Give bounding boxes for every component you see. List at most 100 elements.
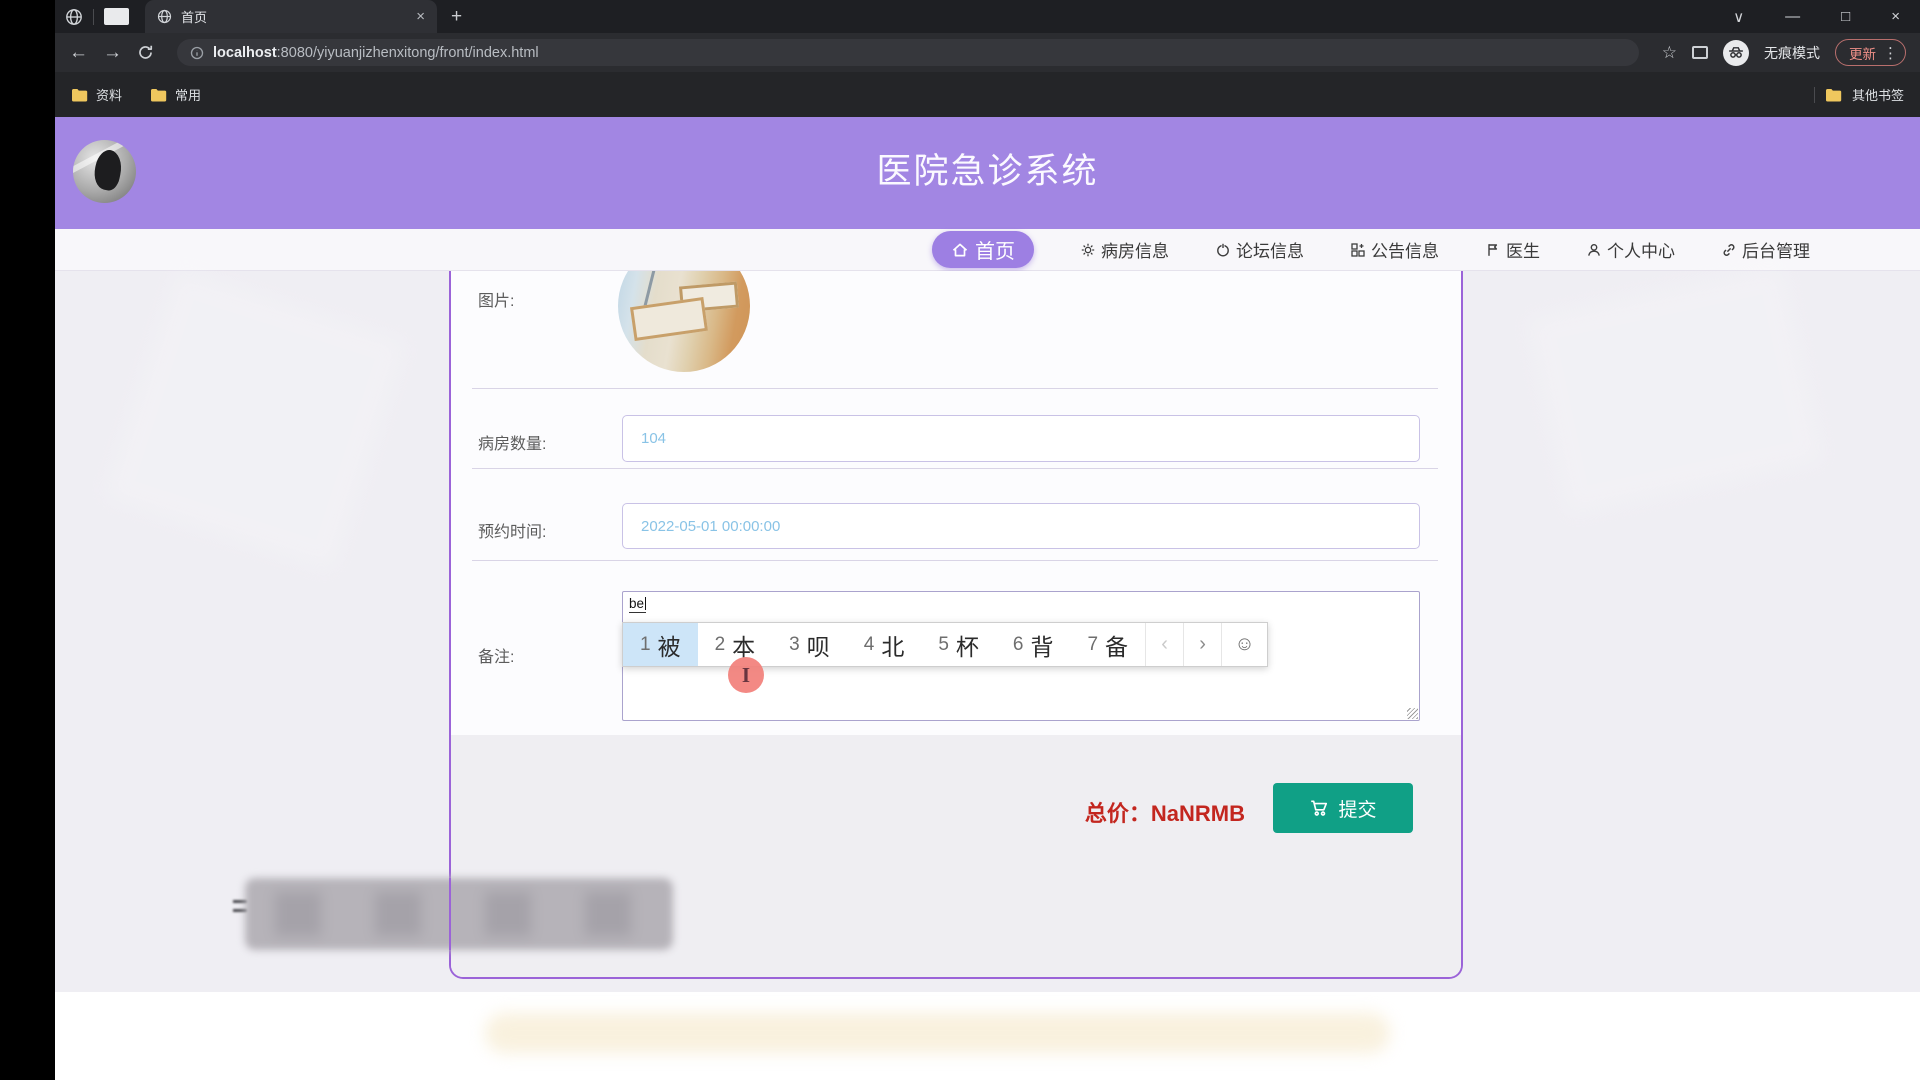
nav-item-label: 公告信息 [1371,237,1439,262]
site-info-icon[interactable] [190,46,204,60]
chrome-update-button[interactable]: 更新 ⋮ [1835,39,1906,66]
submit-label: 提交 [1338,795,1376,822]
candidate-number: 5 [938,634,949,656]
globe-icon [65,8,83,26]
total-price-label: 总价： [1085,801,1151,826]
folder-icon [1825,88,1842,102]
browser-tab[interactable]: 首页 × [145,0,437,33]
card-border-overlay [449,878,451,950]
back-button[interactable]: ← [69,42,88,64]
tab-favicon-globe-icon [157,9,172,24]
flag-icon [1485,242,1501,258]
other-bookmarks-label: 其他书签 [1852,85,1904,104]
folder-icon [71,88,88,102]
candidate-number: 4 [864,634,875,656]
bookmark-star-icon[interactable]: ☆ [1662,43,1677,63]
url-path: :8080/yiyuanjizhenxitong/front/index.htm… [277,45,539,61]
address-bar[interactable]: localhost:8080/yiyuanjizhenxitong/front/… [177,39,1639,66]
page-title: 医院急诊系统 [55,143,1920,194]
blurred-watermark [245,878,673,950]
tab-close-icon[interactable]: × [416,8,425,25]
candidate-number: 2 [715,634,726,656]
candidate-char: 呗 [807,628,830,662]
nav-item-personal-center[interactable]: 个人中心 [1586,237,1675,262]
quantity-field-label: 病房数量: [478,430,546,454]
update-label: 更新 [1849,43,1876,63]
window-controls: ∨ — □ × [1733,8,1920,26]
time-field-label: 预约时间: [478,518,546,542]
side-panel-icon[interactable] [1692,46,1708,59]
browser-menu-icon[interactable]: ⋮ [1883,44,1898,62]
site-nav: 首页 病房信息 论坛信息 公告信息 医生 [55,229,1920,271]
image-field-label: 图片: [478,287,514,311]
minimize-button[interactable]: — [1785,8,1800,25]
bookmark-folder-ziliao[interactable]: 资料 [71,85,122,104]
quantity-input[interactable] [622,415,1420,462]
browser-window: 首页 × + ∨ — □ × ← → localhost:8080/yiyuan… [55,0,1920,1080]
total-price: 总价：NaNRMB [1085,796,1245,828]
nav-item-announcements[interactable]: 公告信息 [1350,237,1439,262]
link-icon [1721,242,1737,258]
divider [472,560,1438,561]
nav-item-label: 医生 [1506,237,1540,262]
nav-item-label: 病房信息 [1101,237,1169,262]
bookmarks-bar: 资料 常用 其他书签 [55,72,1920,117]
tabstrip-divider [93,9,94,25]
incognito-avatar[interactable] [1723,40,1749,66]
maximize-button[interactable]: □ [1841,8,1850,25]
forward-button[interactable]: → [103,42,122,64]
tab-bar: 首页 × + ∨ — □ × [55,0,1920,33]
candidate-char: 背 [1030,628,1053,662]
nav-item-doctors[interactable]: 医生 [1485,237,1540,262]
nav-item-home[interactable]: 首页 [932,231,1034,268]
nav-item-ward-info[interactable]: 病房信息 [1080,237,1169,262]
home-icon [951,241,969,259]
ime-next-page-button[interactable]: › [1183,623,1221,666]
folder-icon [150,88,167,102]
bookmark-folder-changyong[interactable]: 常用 [150,85,201,104]
reload-button[interactable] [137,44,154,61]
bookmarks-divider [1814,87,1815,103]
ime-candidate[interactable]: 6 背 [996,623,1071,666]
ime-candidate[interactable]: 4 北 [847,623,922,666]
ime-candidate[interactable]: 1 被 [623,623,698,666]
grid-icon [1350,242,1366,258]
faint-watermark [485,1013,1390,1053]
nav-item-label: 个人中心 [1607,237,1675,262]
ime-candidate[interactable]: 5 杯 [921,623,996,666]
browser-toolbar: ← → localhost:8080/yiyuanjizhenxitong/fr… [55,33,1920,72]
window-thumbnail-icon[interactable] [104,8,129,25]
chevron-down-icon[interactable]: ∨ [1733,8,1744,26]
nav-item-admin[interactable]: 后台管理 [1721,237,1810,262]
candidate-number: 7 [1087,634,1098,656]
url-text[interactable]: localhost:8080/yiyuanjizhenxitong/front/… [213,45,539,61]
candidate-char: 杯 [956,628,979,662]
ime-prev-page-button[interactable]: ‹ [1145,623,1183,666]
bookmark-label: 资料 [96,85,122,104]
incognito-mode-label: 无痕模式 [1764,43,1820,63]
person-icon [1586,242,1602,258]
appointment-time-input[interactable] [622,503,1420,549]
submit-button[interactable]: 提交 [1273,783,1413,833]
ime-candidate-window: 1 被 2 本 3 呗 4 北 5 杯 6 背 [622,622,1268,667]
other-bookmarks[interactable]: 其他书签 [1814,85,1904,104]
photo-detail [630,297,708,341]
total-price-value: NaNRMB [1151,801,1245,826]
gear-icon [1080,242,1096,258]
candidate-number: 1 [640,634,651,656]
ime-candidate[interactable]: 3 呗 [772,623,847,666]
divider [472,388,1438,389]
new-tab-button[interactable]: + [451,6,462,28]
candidate-char: 备 [1105,628,1128,662]
booking-form-card: 图片: 病房数量: 预约时间: 备注: be 1 被 2 本 [449,271,1463,979]
nav-item-label: 后台管理 [1742,237,1810,262]
bookmark-label: 常用 [175,85,201,104]
candidate-char: 北 [881,628,904,662]
close-window-button[interactable]: × [1891,8,1900,25]
ime-candidate[interactable]: 7 备 [1070,623,1145,666]
nav-item-forum-info[interactable]: 论坛信息 [1215,237,1304,262]
ime-emoji-button[interactable]: ☺ [1221,623,1267,666]
candidate-number: 6 [1013,634,1024,656]
site-header: 医院急诊系统 [55,117,1920,229]
tabstrip-left [55,8,129,26]
